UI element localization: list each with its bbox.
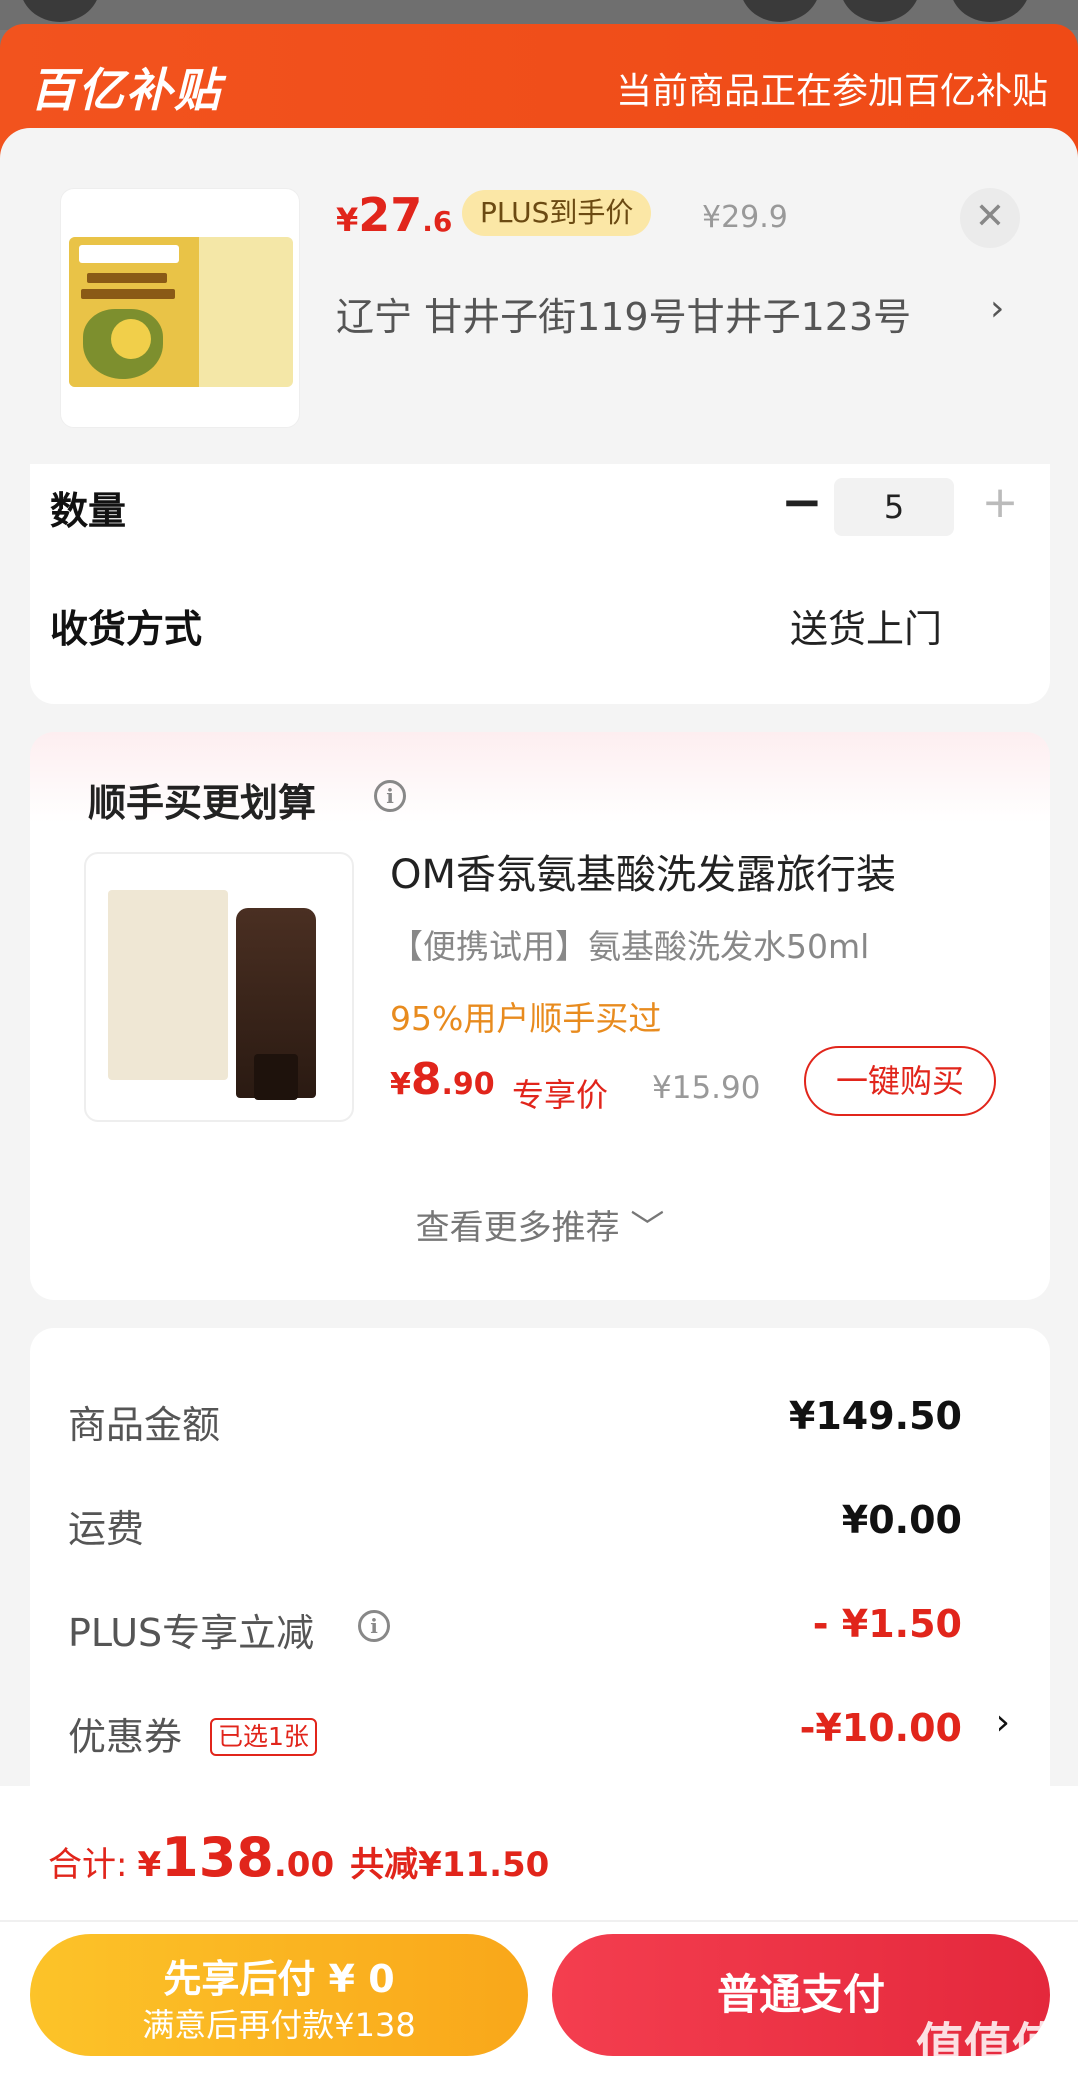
delivery-method-label: 收货方式 [50,607,203,651]
info-icon[interactable]: i [358,1610,390,1642]
toolbar-button-shadow [950,0,1030,22]
product-thumbnail [60,188,300,428]
subsidy-notice: 当前商品正在参加百亿补贴 [615,71,1048,112]
order-total: 合计: ¥ 138 .00 共减¥11.50 [48,1826,550,1889]
checkout-footer: 合计: ¥ 138 .00 共减¥11.50 先享后付 ¥ 0 满意后再付款¥1… [0,1786,1078,2089]
plus-discount-value: - ¥1.50 [812,1602,962,1646]
divider [0,1920,1078,1922]
chevron-right-icon[interactable]: › [996,1702,1010,1743]
product-price: ¥ 27 .6 [336,188,453,242]
shipping-fee-value: ¥0.00 [841,1498,962,1542]
quantity-decrease-button[interactable]: − [772,474,832,534]
plus-discount-label: PLUS专享立减 [68,1611,315,1655]
toolbar-button-shadow [740,0,820,22]
goods-amount-label: 商品金额 [68,1403,221,1447]
recommended-original-price: ¥15.90 [652,1070,761,1106]
goods-amount-value: ¥149.50 [788,1394,962,1438]
recommended-product-desc: 【便携试用】氨基酸洗发水50ml [390,927,870,966]
original-price: ¥29.9 [702,200,788,235]
delivery-address[interactable]: 辽宁 甘井子街119号甘井子123号 [336,286,911,341]
shipping-fee-label: 运费 [68,1507,145,1551]
delivery-method-value[interactable]: 送货上门 [790,598,942,653]
plus-price-tag: PLUS到手价 [462,190,652,236]
close-icon[interactable]: ✕ [960,188,1020,248]
product-header: ¥ 27 .6 PLUS到手价 ¥29.9 ✕ 辽宁 甘井子街119号甘井子12… [0,128,1078,468]
subsidy-logo: 百亿补贴 [30,63,222,117]
recommendation-title: 顺手买更划算 [88,781,317,825]
one-click-buy-button[interactable]: 一键购买 [804,1046,996,1116]
exclusive-price-label: 专享价 [512,1076,609,1114]
recommended-product-name[interactable]: OM香氛氨基酸洗发露旅行装 [390,842,896,900]
recommended-product-rate: 95%用户顺手买过 [390,999,662,1038]
chevron-right-icon[interactable]: › [990,288,1004,329]
quantity-increase-button[interactable]: + [970,474,1030,534]
coupon-label: 优惠券 [68,1715,183,1759]
quantity-input[interactable]: 5 [834,478,954,536]
recommendation-card: 顺手买更划算 i OM香氛氨基酸洗发露旅行装 【便携试用】氨基酸洗发水50ml … [30,732,1050,1300]
coupon-selected-badge[interactable]: 已选1张 [210,1718,317,1756]
watermark-url: zhizhizhi.com [930,2062,1052,2083]
back-button-shadow [20,0,100,22]
pay-later-button[interactable]: 先享后付 ¥ 0 满意后再付款¥138 [30,1934,528,2056]
total-saved: 共减¥11.50 [350,1845,550,1885]
order-options-card: 数量 − 5 + 收货方式 送货上门 [30,464,1050,704]
recommended-product-image[interactable] [84,852,354,1122]
coupon-value[interactable]: -¥10.00 [800,1706,962,1750]
info-icon[interactable]: i [374,780,406,812]
recommended-product-price: ¥ 8 .90 [390,1054,495,1105]
quantity-label: 数量 [50,489,127,533]
view-more-recommendations-link[interactable]: 查看更多推荐 ﹀ [30,1200,1050,1249]
toolbar-button-shadow [840,0,920,22]
